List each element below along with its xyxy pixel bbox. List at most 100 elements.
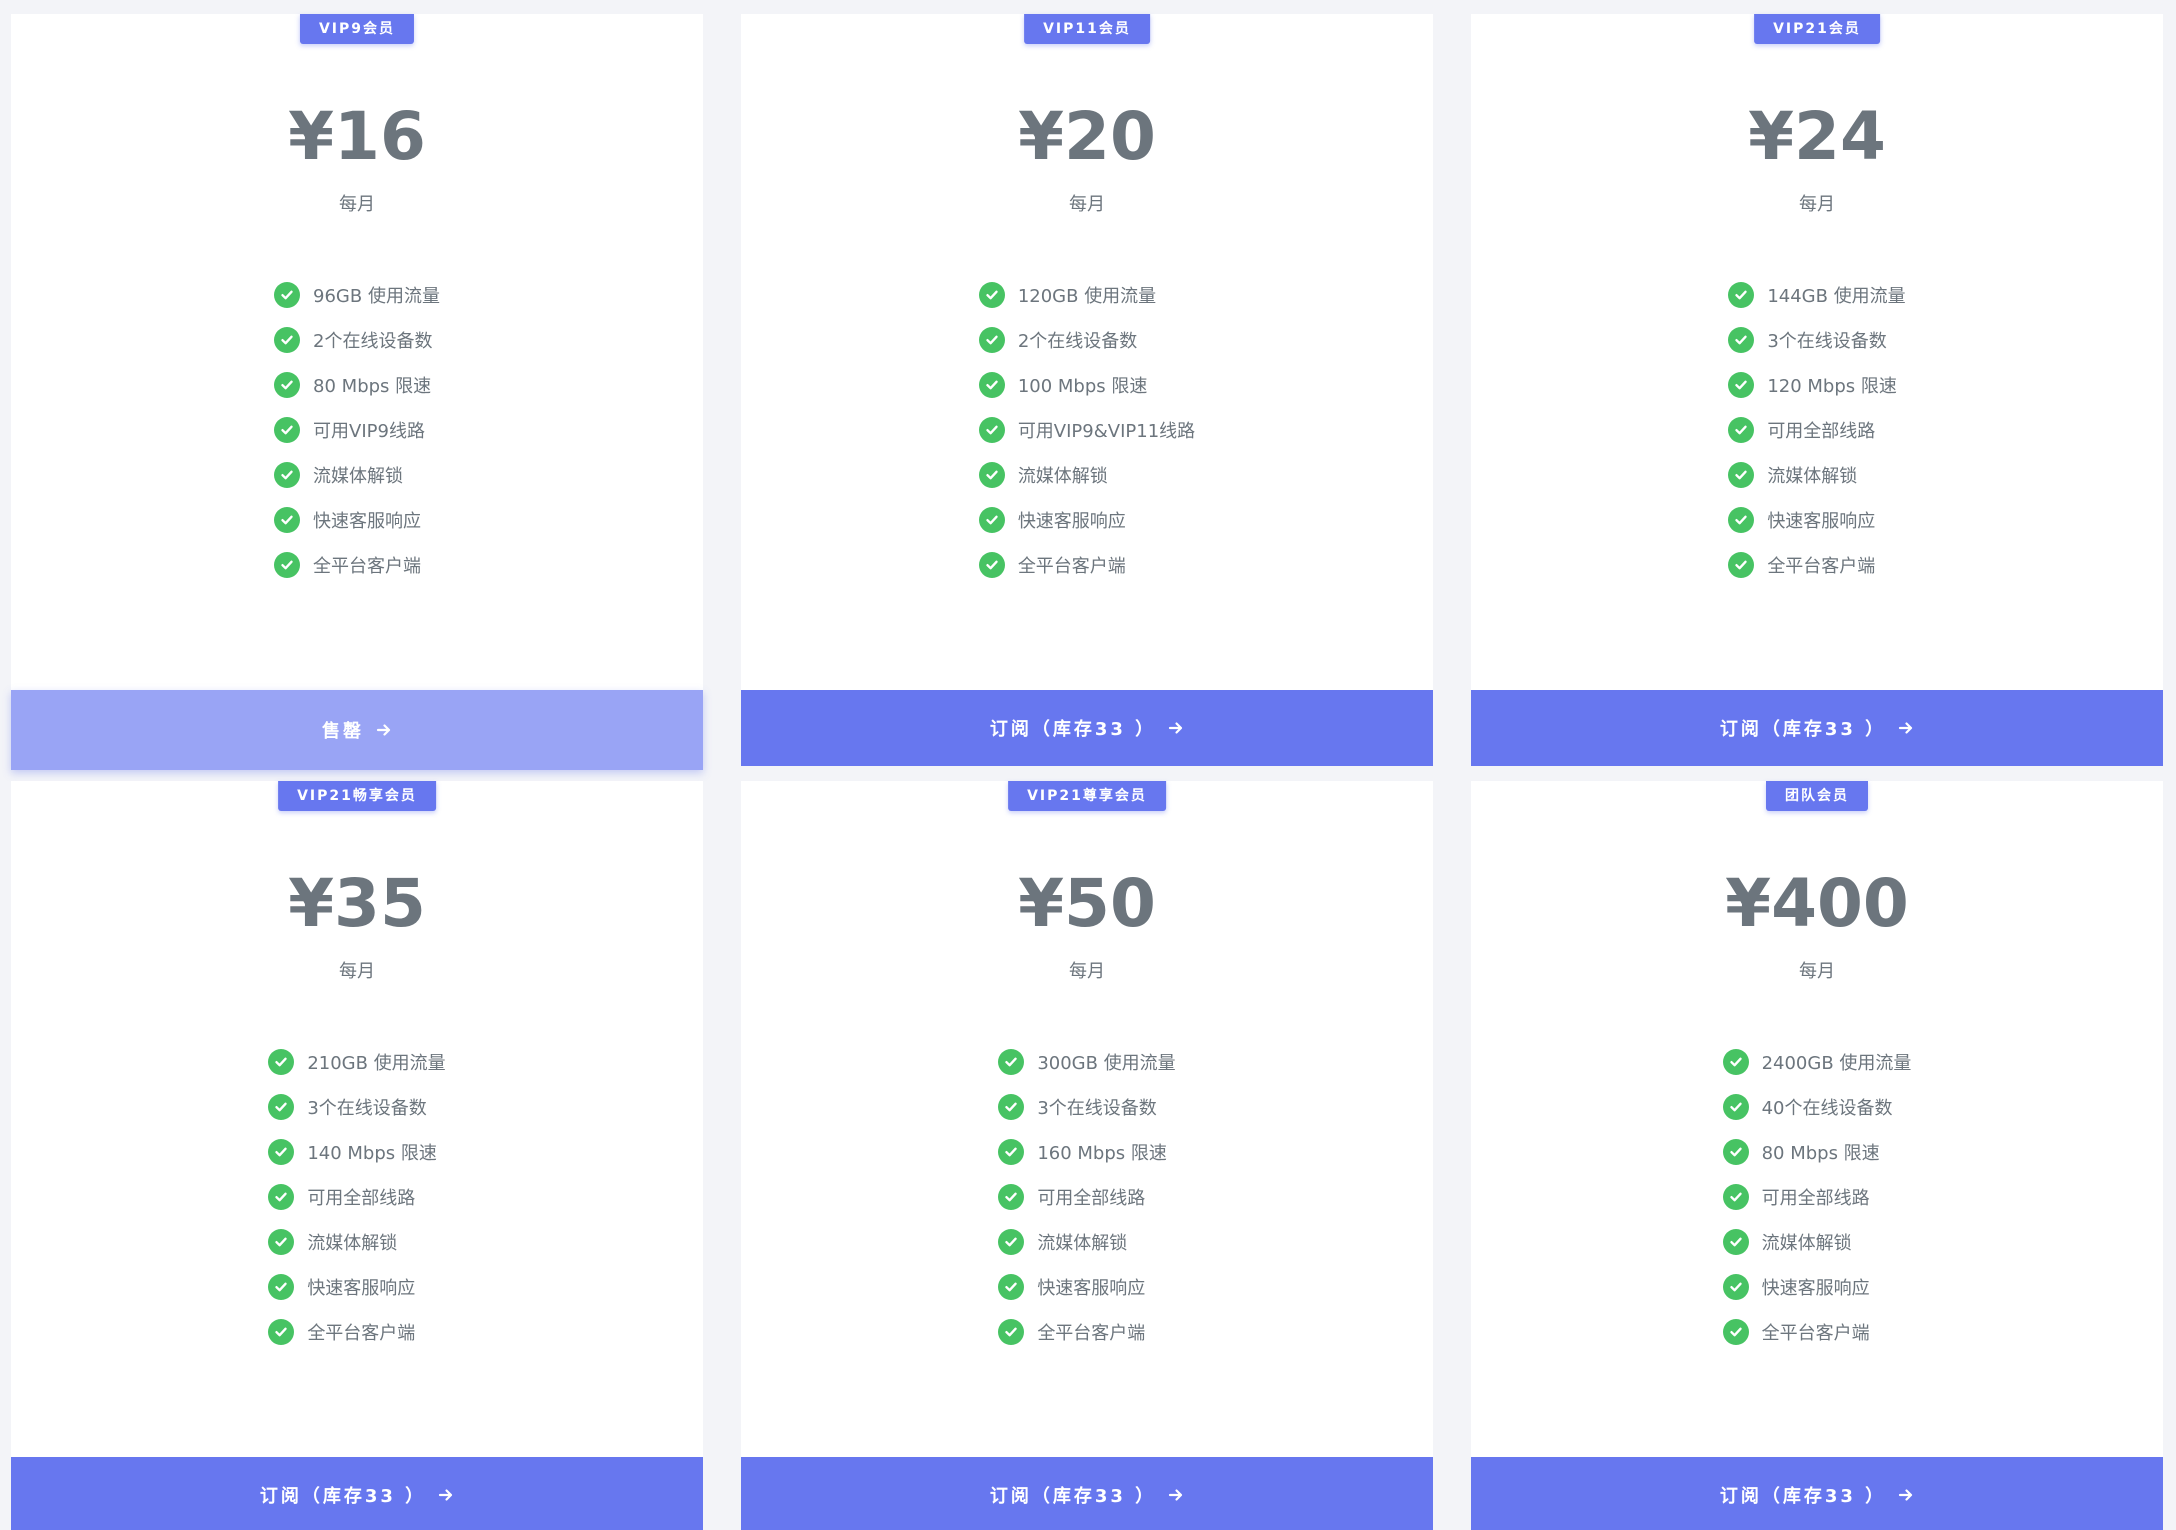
plan-period: 每月 [1069,194,1105,215]
feature-label: 3个在线设备数 [1767,330,1887,352]
check-circle-icon [1722,1138,1749,1165]
plan-badge: VIP21尊享会员 [1008,781,1166,811]
feature-item: 144GB 使用流量 [1728,272,1906,317]
plan-badge: VIP21会员 [1754,14,1880,44]
feature-label: 流媒体解锁 [1767,465,1858,487]
check-circle-icon [998,1273,1025,1300]
feature-label: 可用VIP9线路 [313,420,425,442]
check-circle-icon [1728,371,1755,398]
check-circle-icon [978,551,1005,578]
check-circle-icon [274,461,301,488]
subscribe-button[interactable]: 订阅（库存33 ） [1471,1457,2163,1530]
feature-item: 流媒体解锁 [274,452,440,497]
subscribe-button[interactable]: 订阅（库存33 ） [1471,690,2163,766]
feature-item: 全平台客户端 [268,1309,445,1354]
feature-label: 120 Mbps 限速 [1767,375,1897,397]
plan-price: ¥24 [1748,98,1886,175]
check-circle-icon [268,1138,295,1165]
feature-item: 3个在线设备数 [1728,317,1905,362]
subscribe-button[interactable]: 订阅（库存33 ） [741,690,1433,766]
feature-label: 可用全部线路 [1037,1187,1146,1209]
check-circle-icon [274,371,301,398]
check-circle-icon [1728,461,1755,488]
feature-label: 流媒体解锁 [307,1232,398,1254]
plan-period: 每月 [339,961,375,982]
feature-label: 40个在线设备数 [1761,1097,1893,1119]
plan-badge: 团队会员 [1766,781,1868,811]
check-circle-icon [1722,1183,1749,1210]
feature-item: 流媒体解锁 [978,452,1195,497]
feature-label: 快速客服响应 [1767,510,1876,532]
feature-label: 120GB 使用流量 [1017,285,1157,307]
feature-item: 160 Mbps 限速 [998,1129,1175,1174]
feature-label: 可用全部线路 [1767,420,1876,442]
feature-label: 2个在线设备数 [313,330,433,352]
check-circle-icon [1722,1048,1749,1075]
button-label: 订阅（库存33 ） [1719,1486,1887,1507]
plan-period: 每月 [1799,194,1835,215]
feature-item: 可用全部线路 [998,1174,1175,1219]
feature-label: 80 Mbps 限速 [1761,1142,1880,1164]
button-label: 订阅（库存33 ） [259,1486,427,1507]
feature-label: 全平台客户端 [1017,555,1126,577]
arrow-right-icon [1898,720,1914,736]
feature-label: 2个在线设备数 [1017,330,1138,352]
pricing-card: VIP11会员 ¥20 每月 120GB 使用流量 2个在线设备数 100 Mbps 限速… [741,14,1433,766]
check-circle-icon [268,1273,295,1300]
feature-label: 快速客服响应 [313,510,422,532]
feature-item: 可用VIP9线路 [274,407,440,452]
check-circle-icon [978,281,1005,308]
feature-label: 3个在线设备数 [1037,1097,1157,1119]
feature-item: 2400GB 使用流量 [1722,1039,1912,1084]
feature-label: 210GB 使用流量 [307,1052,446,1074]
feature-item: 快速客服响应 [978,497,1195,542]
plan-price: ¥400 [1725,865,1909,942]
feature-item: 可用VIP9&VIP11线路 [978,407,1195,452]
check-circle-icon [998,1048,1025,1075]
feature-label: 流媒体解锁 [1017,465,1108,487]
plan-price: ¥50 [1018,865,1156,942]
check-circle-icon [1722,1273,1749,1300]
feature-list: 300GB 使用流量 3个在线设备数 160 Mbps 限速 可用全部线路 流媒体解锁快… [741,1039,1433,1354]
feature-item: 40个在线设备数 [1722,1084,1912,1129]
check-circle-icon [998,1228,1025,1255]
feature-item: 可用全部线路 [1728,407,1905,452]
check-circle-icon [1722,1318,1749,1345]
feature-label: 流媒体解锁 [1761,1232,1852,1254]
check-circle-icon [274,506,301,533]
feature-item: 流媒体解锁 [998,1219,1175,1264]
pricing-card: 团队会员 ¥400 每月 2400GB 使用流量 40个在线设备数 80 Mbps 限速可… [1471,781,2163,1530]
check-circle-icon [1728,506,1755,533]
feature-label: 100 Mbps 限速 [1017,375,1148,397]
button-label: 订阅（库存33 ） [989,719,1157,740]
feature-label: 全平台客户端 [307,1322,416,1344]
check-circle-icon [274,281,301,308]
check-circle-icon [1728,551,1755,578]
feature-label: 2400GB 使用流量 [1761,1052,1912,1074]
button-label: 订阅（库存33 ） [989,1486,1157,1507]
sold-out-button[interactable]: 售罄 [11,690,703,770]
check-circle-icon [978,461,1005,488]
button-label: 订阅（库存33 ） [1719,719,1887,740]
pricing-card: VIP21尊享会员 ¥50 每月 300GB 使用流量 3个在线设备数 160 Mbps … [741,781,1433,1530]
feature-label: 流媒体解锁 [1037,1232,1128,1254]
check-circle-icon [978,371,1005,398]
feature-label: 144GB 使用流量 [1767,285,1906,307]
subscribe-button[interactable]: 订阅（库存33 ） [11,1457,703,1530]
feature-list: 210GB 使用流量 3个在线设备数 140 Mbps 限速 可用全部线路 流媒体解锁快… [11,1039,703,1354]
feature-list: 144GB 使用流量 3个在线设备数 120 Mbps 限速 可用全部线路 流媒体解锁快… [1471,272,2163,587]
check-circle-icon [1728,326,1755,353]
feature-item: 全平台客户端 [978,542,1195,587]
pricing-card: VIP21畅享会员 ¥35 每月 210GB 使用流量 3个在线设备数 140 Mbps … [11,781,703,1530]
feature-item: 3个在线设备数 [268,1084,445,1129]
feature-item: 流媒体解锁 [1728,452,1905,497]
check-circle-icon [268,1318,295,1345]
feature-label: 快速客服响应 [1037,1277,1146,1299]
plan-badge: VIP9会员 [299,14,415,44]
feature-label: 流媒体解锁 [313,465,404,487]
feature-item: 快速客服响应 [268,1264,445,1309]
feature-item: 100 Mbps 限速 [978,362,1195,407]
feature-item: 快速客服响应 [274,497,440,542]
subscribe-button[interactable]: 订阅（库存33 ） [741,1457,1433,1530]
feature-label: 3个在线设备数 [307,1097,427,1119]
